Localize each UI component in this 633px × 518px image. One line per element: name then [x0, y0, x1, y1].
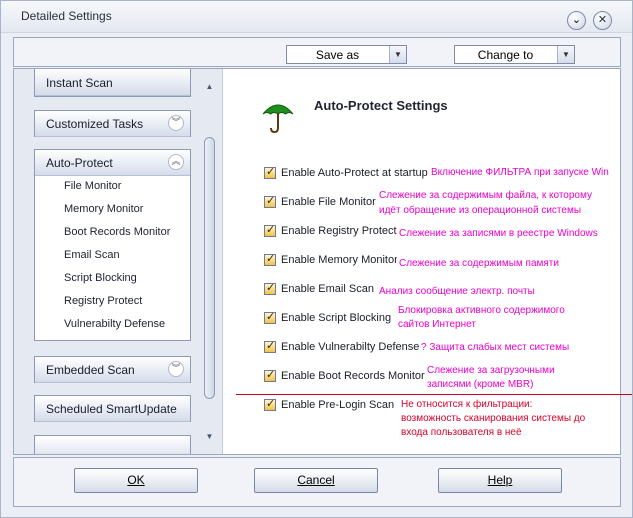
checkbox[interactable] — [264, 368, 276, 382]
sidebar-group-customized-tasks[interactable]: Customized Tasks ︾ — [34, 110, 191, 137]
save-as-dropdown[interactable]: Save as ▼ — [286, 45, 407, 64]
sidebar-item-registry-protect[interactable]: Registry Protect — [64, 295, 142, 307]
annotation-note: Слежение за содержимым файла, к которому — [377, 189, 594, 203]
sidebar-scrollbar[interactable]: ▲ ▼ — [203, 81, 216, 443]
checkbox[interactable] — [264, 223, 276, 237]
sidebar: Instant Scan Customized Tasks ︾ Auto-Pro… — [14, 69, 223, 454]
cancel-button[interactable]: Cancel — [254, 468, 378, 493]
ok-button[interactable]: OK — [74, 468, 198, 493]
annotation-note: ? Защита слабых мест системы — [419, 341, 572, 355]
checkbox[interactable] — [264, 281, 276, 295]
annotation-note: входа пользователя в неё — [399, 426, 524, 440]
sidebar-item-vulnerability-defense[interactable]: Vulnerabilty Defense — [64, 318, 165, 330]
checkbox[interactable] — [264, 339, 276, 353]
double-chevron-down-icon[interactable]: ︾ — [168, 361, 184, 377]
sidebar-item-memory-monitor[interactable]: Memory Monitor — [64, 203, 143, 215]
annotation-note: Блокировка активного содержимого — [396, 304, 567, 318]
sidebar-group-embedded-scan[interactable]: Embedded Scan ︾ — [34, 356, 191, 383]
annotation-note: сайтов Интернет — [396, 318, 478, 332]
close-icon[interactable]: ✕ — [593, 11, 612, 30]
checkbox[interactable] — [264, 194, 276, 208]
double-chevron-up-icon[interactable]: ︽ — [168, 154, 184, 170]
annotation-note: Не относится к фильтрации: — [399, 398, 535, 412]
umbrella-icon — [262, 104, 294, 134]
checkbox[interactable] — [264, 165, 276, 179]
window-title: Detailed Settings — [21, 9, 112, 23]
annotation-note: возможность сканирования системы до — [399, 412, 588, 426]
sidebar-item-script-blocking[interactable]: Script Blocking — [64, 272, 137, 284]
checkbox[interactable] — [264, 252, 276, 266]
footer-bar: OK Cancel Help — [13, 457, 621, 507]
sidebar-group-scheduled-smartupdate[interactable]: Scheduled SmartUpdate — [34, 395, 191, 422]
sidebar-group-instant-scan[interactable]: Instant Scan — [34, 69, 191, 97]
sidebar-item-email-scan[interactable]: Email Scan — [64, 249, 120, 261]
double-chevron-down-icon[interactable]: ︾ — [168, 115, 184, 131]
scroll-down-icon[interactable]: ▼ — [203, 431, 216, 443]
annotation-note: Слежение за записями в реестре Windows — [397, 227, 600, 241]
minimize-icon[interactable]: ⌄ — [567, 11, 586, 30]
annotation-note: Слежение за загрузочными — [425, 364, 557, 378]
sidebar-group-partial[interactable] — [34, 435, 191, 454]
annotation-note: записями (кроме MBR) — [425, 378, 536, 392]
annotation-note: Анализ сообщение электр. почты — [377, 285, 537, 299]
scroll-thumb[interactable] — [204, 137, 215, 399]
detailed-settings-window: Detailed Settings ⌄ ✕ Save as ▼ Change t… — [0, 0, 633, 518]
toolbar: Save as ▼ Change to ▼ — [13, 37, 621, 67]
annotation-note: Слежение за содержимым памяти — [397, 257, 561, 271]
annotation-note: Включение ФИЛЬТРА при запуске Win — [429, 166, 611, 180]
chevron-down-icon[interactable]: ▼ — [389, 46, 406, 63]
checkbox[interactable] — [264, 310, 276, 324]
sidebar-item-boot-records-monitor[interactable]: Boot Records Monitor — [64, 226, 170, 238]
annotation-note: идёт обращение из операционной системы — [377, 204, 584, 218]
change-to-dropdown[interactable]: Change to ▼ — [454, 45, 575, 64]
chevron-down-icon[interactable]: ▼ — [557, 46, 574, 63]
annotation-divider — [236, 394, 632, 395]
scroll-up-icon[interactable]: ▲ — [203, 81, 216, 93]
page-title: Auto-Protect Settings — [314, 98, 448, 113]
sidebar-group-auto-protect[interactable]: Auto-Protect ︽ File Monitor Memory Monit… — [34, 149, 191, 341]
title-bar: Detailed Settings ⌄ ✕ — [1, 1, 632, 33]
sidebar-item-file-monitor[interactable]: File Monitor — [64, 180, 121, 192]
checkbox[interactable] — [264, 397, 276, 411]
help-button[interactable]: Help — [438, 468, 562, 493]
